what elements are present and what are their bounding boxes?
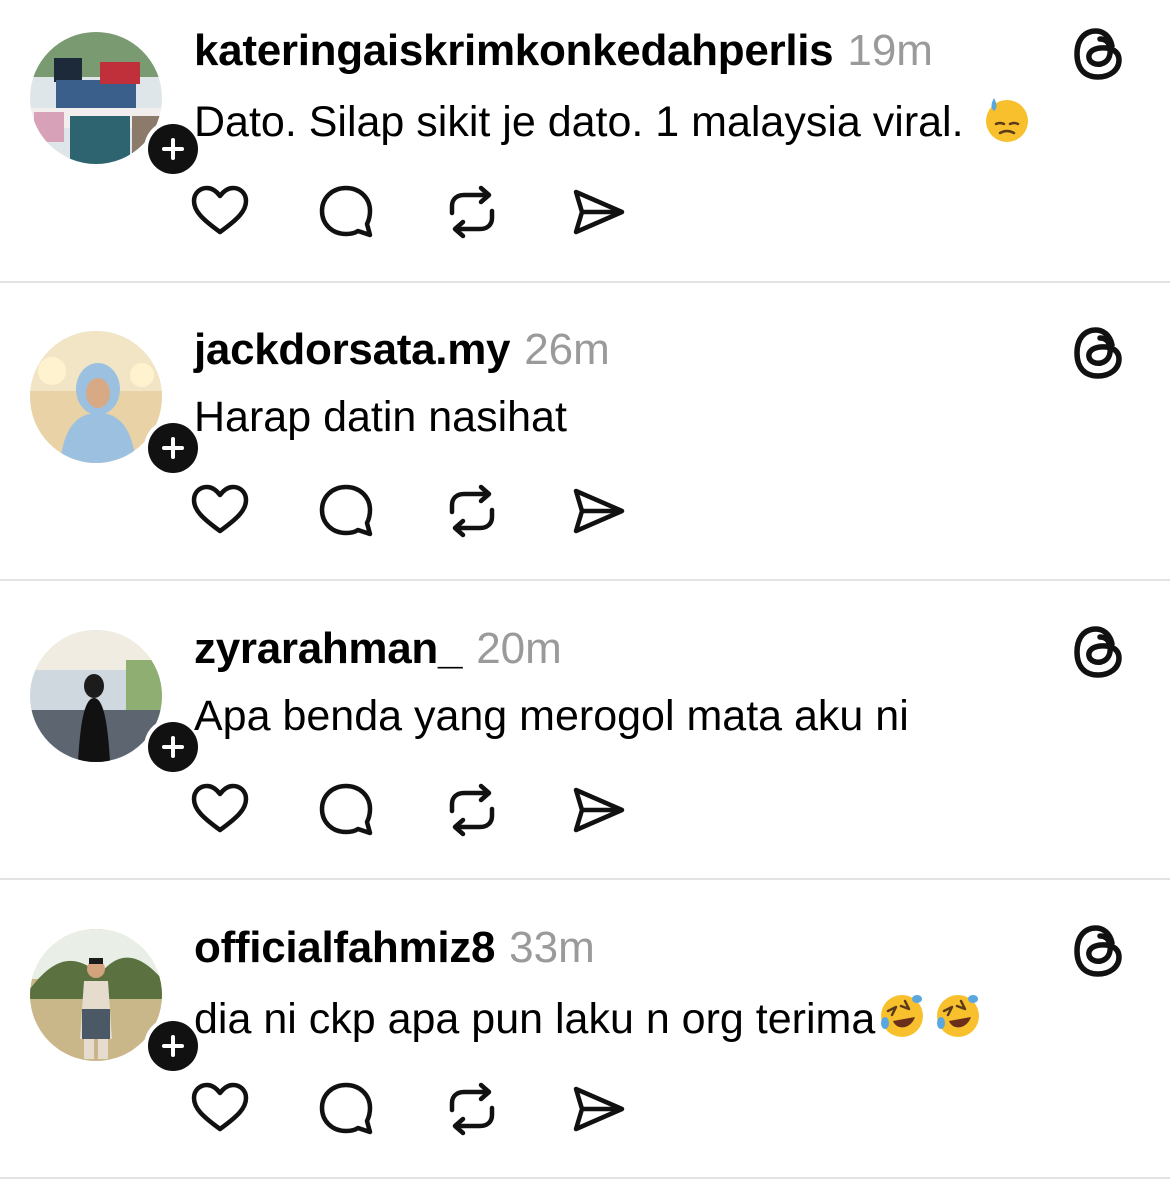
- post-text-content: Harap datin nasihat: [194, 393, 567, 441]
- comment-icon: [319, 484, 373, 537]
- send-icon: [573, 1086, 625, 1132]
- repost-icon: [449, 783, 495, 837]
- send-icon: [573, 189, 625, 235]
- repost-button[interactable]: [442, 481, 502, 541]
- username[interactable]: kateringaiskrimkonkedahperlis: [194, 26, 834, 76]
- send-icon: [573, 787, 625, 833]
- comment-icon: [319, 185, 373, 238]
- avatar-image: [30, 929, 162, 1061]
- avatar-image: [30, 331, 162, 463]
- share-button[interactable]: [568, 1079, 628, 1139]
- downcast-sweat-emoji: [982, 94, 1032, 144]
- reply-button[interactable]: [316, 780, 376, 840]
- repost-icon: [449, 484, 495, 538]
- username[interactable]: officialfahmiz8: [194, 923, 495, 973]
- timestamp: 19m: [847, 26, 933, 75]
- threads-logo-icon[interactable]: [1072, 24, 1126, 84]
- heart-icon: [191, 185, 249, 235]
- post-text: dia ni ckp apa pun laku n org terima: [194, 991, 983, 1044]
- heart-icon: [191, 783, 249, 833]
- avatar-image: [30, 630, 162, 762]
- post-divider: [0, 878, 1170, 880]
- post-text-content: Apa benda yang merogol mata aku ni: [194, 692, 909, 740]
- plus-icon: [148, 1021, 198, 1071]
- comment-icon: [319, 783, 373, 836]
- heart-icon: [191, 484, 249, 534]
- plus-icon: [148, 124, 198, 174]
- like-button[interactable]: [190, 182, 250, 242]
- avatar-image: [30, 32, 162, 164]
- threads-logo-icon[interactable]: [1072, 921, 1126, 981]
- comment-icon: [319, 1082, 373, 1135]
- thread-post: jackdorsata.my 26m Harap datin nasihat: [0, 299, 1170, 598]
- username[interactable]: jackdorsata.my: [194, 325, 511, 375]
- share-button[interactable]: [568, 481, 628, 541]
- repost-icon: [449, 1082, 495, 1136]
- post-header: kateringaiskrimkonkedahperlis 19m: [194, 26, 933, 82]
- avatar[interactable]: [30, 32, 202, 178]
- share-button[interactable]: [568, 182, 628, 242]
- avatar[interactable]: [30, 331, 202, 477]
- plus-icon: [148, 423, 198, 473]
- timestamp: 33m: [509, 923, 595, 972]
- avatar[interactable]: [30, 630, 202, 776]
- repost-icon: [449, 185, 495, 239]
- timestamp: 20m: [476, 624, 562, 673]
- reply-button[interactable]: [316, 481, 376, 541]
- threads-logo-icon[interactable]: [1072, 622, 1126, 682]
- repost-button[interactable]: [442, 182, 502, 242]
- post-header: jackdorsata.my 26m: [194, 325, 610, 381]
- post-text: Dato. Silap sikit je dato. 1 malaysia vi…: [194, 94, 1032, 147]
- username[interactable]: zyrarahman_: [194, 624, 462, 674]
- heart-icon: [191, 1082, 249, 1132]
- reply-button[interactable]: [316, 182, 376, 242]
- like-button[interactable]: [190, 1079, 250, 1139]
- post-divider: [0, 579, 1170, 581]
- threads-logo-icon[interactable]: [1072, 323, 1126, 383]
- post-header: zyrarahman_ 20m: [194, 624, 562, 680]
- repost-button[interactable]: [442, 1079, 502, 1139]
- post-divider: [0, 281, 1170, 283]
- like-button[interactable]: [190, 780, 250, 840]
- thread-post: kateringaiskrimkonkedahperlis 19m Dato. …: [0, 0, 1170, 299]
- post-text-content: dia ni ckp apa pun laku n org terima: [194, 995, 876, 1043]
- rolling-laughing-emoji: [877, 991, 927, 1041]
- repost-button[interactable]: [442, 780, 502, 840]
- timestamp: 26m: [524, 325, 610, 374]
- plus-icon: [148, 722, 198, 772]
- post-divider: [0, 1177, 1170, 1179]
- post-text: Apa benda yang merogol mata aku ni: [194, 692, 909, 741]
- share-button[interactable]: [568, 780, 628, 840]
- post-header: officialfahmiz8 33m: [194, 923, 595, 979]
- thread-post: zyrarahman_ 20m Apa benda yang merogol m…: [0, 598, 1170, 897]
- rolling-laughing-emoji: [933, 991, 983, 1041]
- post-text: Harap datin nasihat: [194, 393, 567, 442]
- like-button[interactable]: [190, 481, 250, 541]
- thread-post: officialfahmiz8 33m dia ni ckp apa pun l…: [0, 897, 1170, 1196]
- post-text-content: Dato. Silap sikit je dato. 1 malaysia vi…: [194, 98, 964, 146]
- reply-button[interactable]: [316, 1079, 376, 1139]
- send-icon: [573, 488, 625, 534]
- avatar[interactable]: [30, 929, 202, 1075]
